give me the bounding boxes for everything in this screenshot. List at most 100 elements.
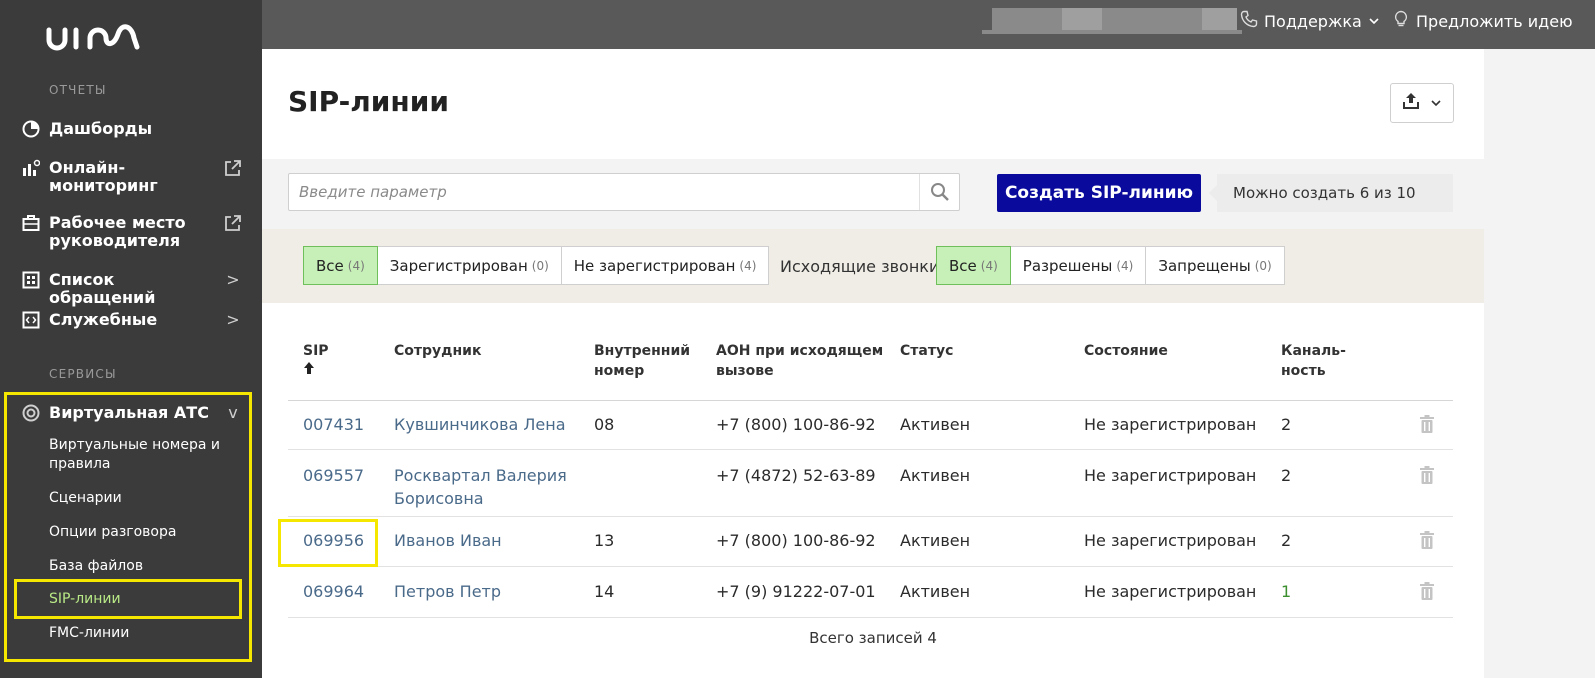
filter-label: Разрешены	[1022, 256, 1113, 275]
aon-number: +7 (800) 100-86-92	[716, 531, 876, 550]
sidebar-item-service[interactable]: Служебные >	[21, 311, 243, 329]
chevron-right-icon: >	[226, 270, 240, 289]
trash-icon[interactable]	[1419, 465, 1435, 489]
status-value: Активен	[900, 466, 971, 485]
suggest-idea-link[interactable]: Предложить идею	[1392, 10, 1573, 32]
sip-link[interactable]: 069956	[303, 529, 364, 552]
filter-outgoing-allowed[interactable]: Разрешены (4)	[1009, 246, 1147, 285]
trash-icon[interactable]	[1419, 530, 1435, 554]
account-info[interactable]	[992, 8, 1062, 30]
sidebar-item-manager-workplace[interactable]: Рабочее место руководителя	[21, 214, 243, 250]
state-value: Не зарегистрирован	[1084, 415, 1257, 434]
sidebar-subitem-virtual-numbers[interactable]: Виртуальные номера и правила	[49, 436, 239, 474]
sidebar-item-requests-list[interactable]: Список обращений >	[21, 271, 243, 307]
filter-count: (4)	[739, 258, 757, 273]
outgoing-filter: Все (4) Разрешены (4) Запрещены (0)	[936, 246, 1285, 285]
search-icon[interactable]	[919, 174, 959, 210]
filter-count: (4)	[347, 258, 365, 273]
sidebar-item-dashboards[interactable]: Дашборды	[21, 120, 243, 138]
suggest-label: Предложить идею	[1416, 11, 1573, 31]
sidebar-subitem-sip-lines[interactable]: SIP-линии	[49, 590, 239, 609]
pie-chart-icon	[21, 120, 41, 138]
search-input[interactable]	[289, 174, 909, 210]
sidebar-item-label: Рабочее место руководителя	[49, 213, 186, 250]
column-aon[interactable]: АОН при исходящем вызове	[716, 341, 886, 381]
registration-filter: Все (4) Зарегистрирован (0) Не зарегистрир…	[303, 246, 770, 285]
internal-number: 14	[594, 582, 615, 601]
upload-icon	[1402, 92, 1420, 114]
employee-link[interactable]: Петров Петр	[394, 580, 501, 603]
export-button[interactable]	[1390, 83, 1454, 123]
trash-icon[interactable]	[1419, 581, 1435, 605]
sort-asc-icon	[303, 362, 315, 379]
account-info	[1202, 8, 1237, 30]
table-row: 069956 Иванов Иван 13 +7 (800) 100-86-92…	[278, 517, 1453, 567]
lightbulb-icon	[1392, 10, 1410, 32]
aon-number: +7 (800) 100-86-92	[716, 415, 876, 434]
employee-link[interactable]: Иванов Иван	[394, 529, 502, 552]
sidebar-item-online-monitoring[interactable]: Онлайн-мониторинг	[21, 159, 243, 195]
filter-not-registered[interactable]: Не зарегистрирован (4)	[560, 246, 770, 285]
table-row: 007431 Кувшинчикова Лена 08 +7 (800) 100…	[288, 401, 1453, 450]
channels-value: 2	[1281, 466, 1292, 485]
sip-link[interactable]: 069964	[303, 580, 364, 603]
filter-outgoing-all[interactable]: Все (4)	[936, 246, 1011, 285]
column-channels[interactable]: Каналь-ность	[1281, 341, 1351, 381]
sidebar-subitem-file-base[interactable]: База файлов	[49, 557, 239, 576]
filter-count: (0)	[1254, 258, 1272, 273]
list-icon	[21, 271, 41, 289]
column-internal-number[interactable]: Внутренний номер	[594, 341, 704, 381]
chevron-right-icon: >	[226, 310, 240, 329]
table-row: 069557 Росквартал Валерия Борисовна +7 (…	[288, 450, 1453, 517]
aon-number: +7 (9) 91222-07-01	[716, 582, 876, 601]
channels-value: 1	[1281, 582, 1292, 601]
sip-link[interactable]: 069557	[303, 464, 364, 487]
column-state[interactable]: Состояние	[1084, 341, 1168, 361]
create-sip-line-button[interactable]: Создать SIP-линию	[997, 174, 1201, 212]
column-status[interactable]: Статус	[900, 341, 953, 361]
main-content: SIP-линии Создать SIP-линию Можно создат…	[262, 49, 1484, 678]
sidebar-item-virtual-pbx[interactable]: Виртуальная АТС v	[21, 404, 243, 422]
channels-value: 2	[1281, 531, 1292, 550]
channels-value: 2	[1281, 415, 1292, 434]
sip-link[interactable]: 007431	[303, 413, 364, 436]
filter-all[interactable]: Все (4)	[303, 246, 378, 285]
sidebar-item-label: Дашборды	[49, 119, 153, 138]
internal-number: 08	[594, 415, 615, 434]
state-value: Не зарегистрирован	[1084, 582, 1257, 601]
sidebar-item-label: Онлайн-мониторинг	[49, 158, 158, 195]
filter-label: Не зарегистрирован	[573, 256, 736, 275]
column-employee[interactable]: Сотрудник	[394, 341, 481, 361]
trash-icon[interactable]	[1419, 414, 1435, 438]
filter-outgoing-denied[interactable]: Запрещены (0)	[1145, 246, 1285, 285]
phone-icon	[1240, 10, 1258, 32]
sidebar-subitem-fmc-lines[interactable]: FMC-линии	[49, 624, 239, 643]
filter-label: Зарегистрирован	[389, 256, 528, 275]
search-box	[288, 173, 960, 211]
sidebar-item-label: Служебные	[49, 310, 158, 329]
employee-link[interactable]: Кувшинчикова Лена	[394, 413, 566, 436]
support-label: Поддержка	[1264, 11, 1362, 31]
pbx-icon	[21, 404, 41, 422]
quota-hint: Можно создать 6 из 10	[1209, 174, 1453, 212]
column-label: SIP	[303, 343, 329, 359]
filter-registered[interactable]: Зарегистрирован (0)	[376, 246, 562, 285]
table-header: SIP Сотрудник Внутренний номер АОН при и…	[288, 339, 1453, 401]
filter-bar: Все (4) Зарегистрирован (0) Не зарегистрир…	[262, 229, 1484, 303]
account-info	[1062, 8, 1102, 30]
code-icon	[21, 311, 41, 329]
column-sip[interactable]: SIP	[303, 341, 329, 381]
support-menu[interactable]: Поддержка	[1240, 10, 1380, 32]
filter-label: Все	[316, 256, 344, 275]
sidebar-subitem-scenarios[interactable]: Сценарии	[49, 489, 239, 508]
employee-link[interactable]: Росквартал Валерия Борисовна	[394, 464, 574, 510]
monitoring-icon	[21, 159, 41, 177]
uis-logo[interactable]	[46, 22, 146, 60]
sidebar-subitem-call-options[interactable]: Опции разговора	[49, 523, 239, 542]
state-value: Не зарегистрирован	[1084, 531, 1257, 550]
filter-count: (4)	[1116, 258, 1134, 273]
section-label-reports: ОТЧЕТЫ	[49, 83, 107, 97]
filter-count: (4)	[980, 258, 998, 273]
page-title: SIP-линии	[288, 85, 449, 118]
filter-label: Запрещены	[1158, 256, 1251, 275]
